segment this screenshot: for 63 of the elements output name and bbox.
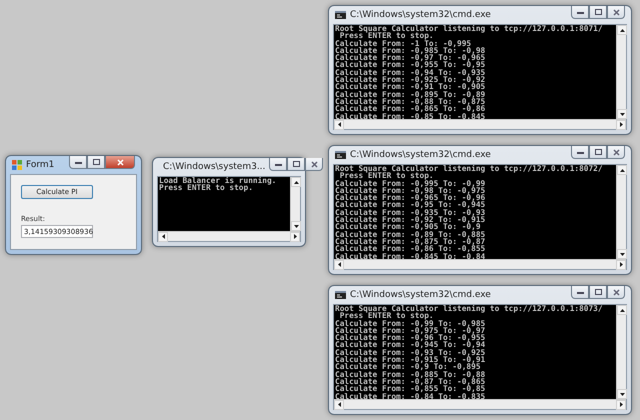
maximize-button[interactable]	[589, 146, 607, 159]
up-arrow-icon	[620, 28, 624, 32]
console-icon	[335, 151, 346, 159]
up-arrow-icon	[620, 168, 624, 172]
close-button[interactable]	[105, 156, 135, 169]
maximize-icon	[594, 289, 602, 295]
close-button[interactable]	[607, 6, 625, 19]
right-arrow-icon	[618, 402, 624, 407]
close-button[interactable]	[607, 286, 625, 299]
maximize-button[interactable]	[287, 158, 306, 171]
up-arrow-icon	[620, 308, 624, 312]
maximize-button[interactable]	[87, 156, 105, 169]
window-title: C:\Windows\system32\cmd.exe	[350, 150, 492, 160]
right-arrow-icon	[618, 262, 624, 267]
minimize-button[interactable]	[571, 6, 589, 19]
up-arrow-icon	[294, 180, 298, 184]
maximize-button[interactable]	[589, 6, 607, 19]
close-icon	[116, 158, 124, 166]
console-icon	[335, 291, 346, 299]
vertical-scrollbar[interactable]	[616, 165, 626, 259]
maximize-icon	[594, 149, 602, 155]
down-arrow-icon	[620, 112, 624, 116]
maximize-icon	[292, 161, 300, 167]
maximize-icon	[92, 159, 100, 165]
minimize-button[interactable]	[269, 158, 288, 171]
minimize-icon	[274, 162, 282, 166]
minimize-icon	[74, 160, 82, 164]
horizontal-scrollbar[interactable]	[334, 259, 626, 269]
window-title: C:\Windows\system3...	[163, 162, 266, 172]
left-arrow-icon	[336, 262, 342, 267]
minimize-icon	[576, 290, 584, 294]
left-arrow-icon	[336, 122, 342, 127]
window-title: C:\Windows\system32\cmd.exe	[350, 290, 492, 300]
close-icon	[612, 148, 620, 156]
down-arrow-icon	[620, 392, 624, 396]
vertical-scrollbar[interactable]	[290, 177, 300, 231]
minimize-icon	[576, 10, 584, 14]
horizontal-scrollbar[interactable]	[334, 119, 626, 129]
minimize-button[interactable]	[571, 286, 589, 299]
left-arrow-icon	[336, 402, 342, 407]
horizontal-scrollbar[interactable]	[334, 399, 626, 409]
minimize-button[interactable]	[69, 156, 87, 169]
close-button[interactable]	[305, 158, 324, 171]
down-arrow-icon	[620, 252, 624, 256]
minimize-icon	[576, 150, 584, 154]
close-icon	[612, 288, 620, 296]
horizontal-scrollbar[interactable]	[158, 231, 300, 241]
maximize-button[interactable]	[589, 286, 607, 299]
down-arrow-icon	[294, 224, 298, 228]
close-button[interactable]	[607, 146, 625, 159]
close-icon	[612, 8, 620, 16]
maximize-icon	[594, 9, 602, 15]
window-title: C:\Windows\system32\cmd.exe	[350, 10, 492, 20]
window-title: Form1	[26, 160, 56, 170]
right-arrow-icon	[292, 234, 298, 239]
vertical-scrollbar[interactable]	[616, 305, 626, 399]
right-arrow-icon	[618, 122, 624, 127]
vertical-scrollbar[interactable]	[616, 25, 626, 119]
left-arrow-icon	[160, 234, 166, 239]
app-icon	[12, 160, 22, 170]
minimize-button[interactable]	[571, 146, 589, 159]
close-icon	[310, 160, 318, 168]
console-icon	[335, 11, 346, 19]
